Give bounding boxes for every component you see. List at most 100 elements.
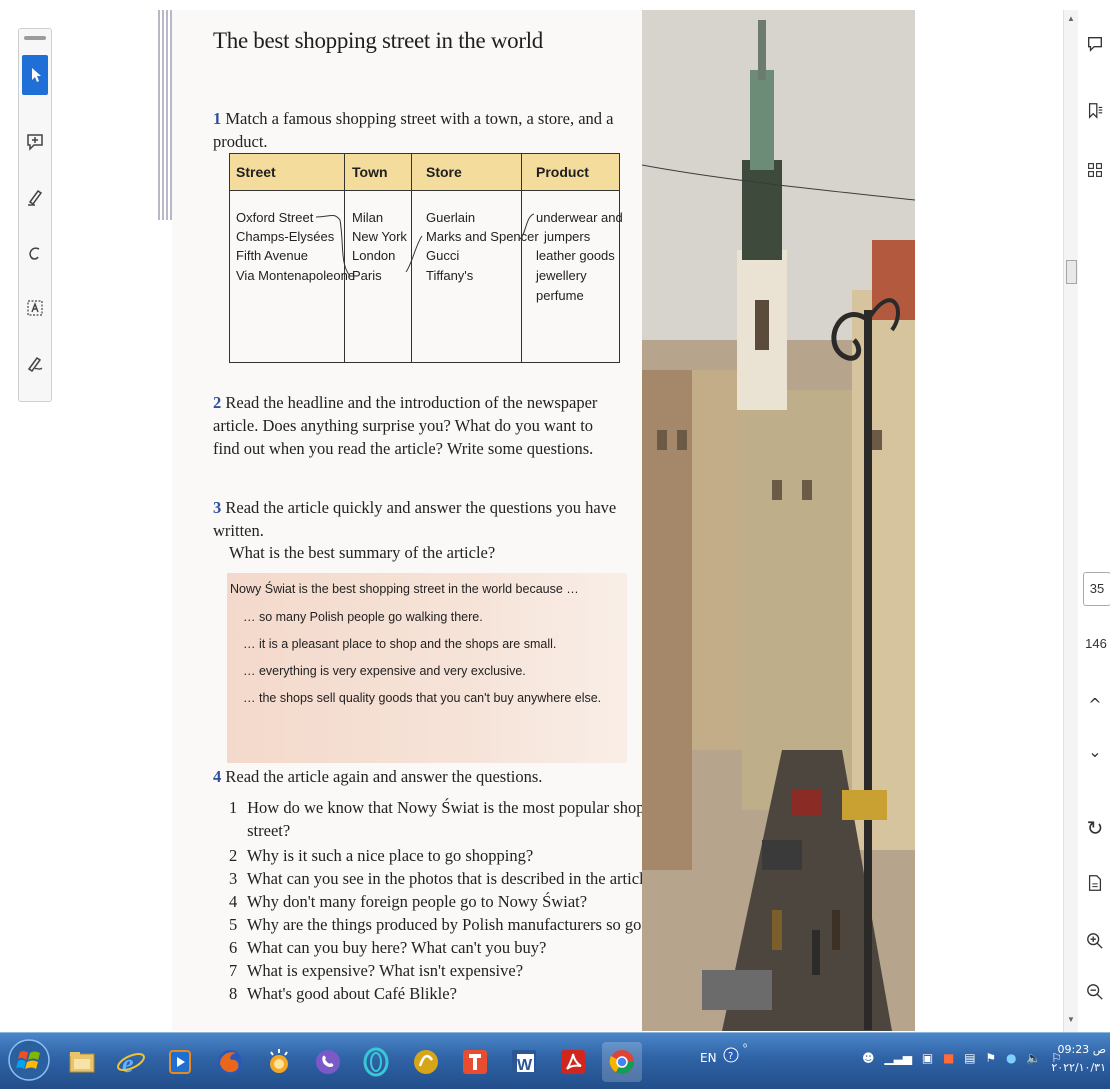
list-item: street? [247, 821, 291, 840]
chrome-taskbar-button[interactable] [602, 1042, 642, 1082]
question-2: 2 Read the headline and the introduction… [213, 391, 623, 460]
signature-icon [27, 356, 43, 373]
summary-option: … the shops sell quality goods that you … [243, 691, 602, 705]
device-tray-icon[interactable]: ▣ [922, 1051, 933, 1065]
draw-button[interactable] [22, 241, 48, 267]
summary-option: … so many Polish people go walking there… [243, 610, 483, 624]
question-2-text: Read the headline and the introduction o… [213, 393, 598, 458]
scroll-up-arrow-icon[interactable]: ▲ [1066, 14, 1076, 23]
matching-lines [315, 213, 535, 277]
word-icon: W [512, 1050, 536, 1074]
cursor-arrow-icon [32, 68, 41, 82]
question-4: 4 Read the article again and answer the … [213, 765, 623, 788]
scroll-down-arrow-icon[interactable]: ▼ [1066, 1015, 1076, 1024]
next-page-button[interactable]: ⌄ [1080, 742, 1110, 761]
windows-taskbar: e W EN ? ⁰ ☻ ▁▃▅ ▣ ■ ▤ ⚑ ● 🔈 ⚐ 09:23 ص ۲… [0, 1032, 1110, 1089]
list-item: 1 How do we know that Nowy Świat is the … [229, 798, 674, 817]
zoom-out-icon [1087, 984, 1103, 1000]
viber-icon [316, 1050, 340, 1074]
current-page-input[interactable]: 35 [1083, 572, 1110, 606]
media-taskbar-button[interactable] [160, 1042, 200, 1082]
grid-view-icon [1088, 163, 1102, 177]
page-text-column: The best shopping street in the world 1 … [172, 10, 674, 1031]
chrome-icon [609, 1050, 634, 1074]
bookmark-list-icon [1088, 103, 1103, 119]
street-photo-illustration [642, 10, 915, 1031]
question-1-number: 1 [213, 109, 222, 128]
opera-taskbar-button[interactable] [356, 1042, 396, 1082]
comment-plus-icon [27, 134, 43, 151]
summary-option: … it is a pleasant place to shop and the… [243, 637, 557, 651]
text-app-taskbar-button[interactable] [455, 1042, 495, 1082]
question-1-text: Match a famous shopping street with a to… [213, 109, 614, 151]
start-button[interactable] [5, 1036, 53, 1084]
list-item: 7 What is expensive? What isn't expensiv… [229, 961, 524, 980]
document-page: The best shopping street in the world 1 … [172, 10, 915, 1031]
acrobat-taskbar-button[interactable] [553, 1042, 593, 1082]
gold-app-icon [414, 1050, 438, 1074]
file-explorer-taskbar-button[interactable] [62, 1042, 102, 1082]
svg-text:?: ? [728, 1051, 733, 1062]
question-4-number: 4 [213, 767, 222, 786]
summary-options-box: Nowy Świat is the best shopping street i… [227, 573, 627, 763]
app-taskbar-button[interactable] [259, 1042, 299, 1082]
zoom-in-icon [1087, 933, 1103, 949]
list-item: 5 Why are the things produced by Polish … [229, 915, 666, 934]
summary-question: What is the best summary of the article? [229, 543, 496, 562]
user-tray-icon[interactable]: ☻ [862, 1051, 875, 1065]
list-item: 4 Why don't many foreign people go to No… [229, 892, 588, 911]
add-comment-button[interactable] [22, 129, 48, 155]
fit-page-icon [1088, 875, 1102, 891]
annotation-toolbar [18, 28, 52, 402]
bookmarks-button[interactable] [1080, 102, 1110, 124]
comment-icon [1088, 37, 1102, 52]
question-4-text: Read the article again and answer the qu… [225, 767, 543, 786]
refresh-icon: ↻ [1086, 816, 1104, 840]
network-tray-icon[interactable]: ▤ [964, 1051, 975, 1065]
signal-tray-icon[interactable]: ▁▃▅ [884, 1051, 912, 1065]
language-indicator[interactable]: EN [700, 1051, 717, 1065]
firefox-taskbar-button[interactable] [210, 1042, 250, 1082]
vertical-scrollbar[interactable]: ▲ ▼ [1063, 10, 1078, 1032]
viber-taskbar-button[interactable] [308, 1042, 348, 1082]
clock-time: 09:23 ص [1057, 1043, 1106, 1056]
update-tray-icon[interactable]: ● [1006, 1051, 1016, 1065]
opera-icon [363, 1047, 389, 1077]
word-taskbar-button[interactable]: W [504, 1042, 544, 1082]
sun-app-icon [270, 1049, 288, 1073]
thumbnails-button[interactable] [1080, 162, 1110, 182]
select-tool-button[interactable] [22, 55, 48, 95]
question-4-list: 1 How do we know that Nowy Świat is the … [229, 796, 674, 1005]
matching-table: Street Town Store Product Oxford Street … [229, 153, 623, 363]
chevron-up-icon: ^ [1088, 695, 1102, 714]
help-tray-icon[interactable]: ? [723, 1047, 739, 1066]
svg-text:e: e [122, 1049, 134, 1078]
previous-page-button[interactable]: ^ [1080, 695, 1110, 714]
highlight-button[interactable] [22, 184, 48, 210]
zoom-in-button[interactable] [1080, 932, 1110, 954]
zoom-out-button[interactable] [1080, 983, 1110, 1005]
chevron-down-icon: ⌄ [1088, 742, 1102, 761]
volume-tray-icon[interactable]: 🔈 [1026, 1051, 1041, 1065]
question-2-number: 2 [213, 393, 222, 412]
question-3-text: Read the article quickly and answer the … [213, 498, 617, 540]
text-box-icon [27, 300, 43, 316]
app-taskbar-button-2[interactable] [406, 1042, 446, 1082]
app-tray-icon[interactable]: ■ [943, 1051, 954, 1065]
internet-explorer-taskbar-button[interactable]: e [111, 1042, 151, 1082]
rotate-button[interactable]: ↻ [1080, 816, 1110, 840]
scrollbar-thumb[interactable] [1066, 260, 1077, 284]
flag-tray-icon[interactable]: ⚑ [985, 1051, 996, 1065]
toolbar-grip[interactable] [24, 36, 46, 40]
firefox-icon [218, 1050, 242, 1074]
fit-page-button[interactable] [1080, 874, 1110, 896]
sign-button[interactable] [22, 351, 48, 377]
question-3-number: 3 [213, 498, 222, 517]
summary-option: … everything is very expensive and very … [243, 664, 526, 678]
summary-lead: Nowy Świat is the best shopping street i… [230, 582, 579, 596]
tray-icons: ☻ ▁▃▅ ▣ ■ ▤ ⚑ ● 🔈 ⚐ [862, 1051, 1062, 1065]
text-box-button[interactable] [22, 295, 48, 321]
clock[interactable]: 09:23 ص ۲۰۲۲/۱۰/۳۱ [1040, 1041, 1106, 1077]
comment-panel-button[interactable] [1080, 35, 1110, 57]
ime-tray-icon[interactable]: ⁰ [743, 1043, 747, 1054]
